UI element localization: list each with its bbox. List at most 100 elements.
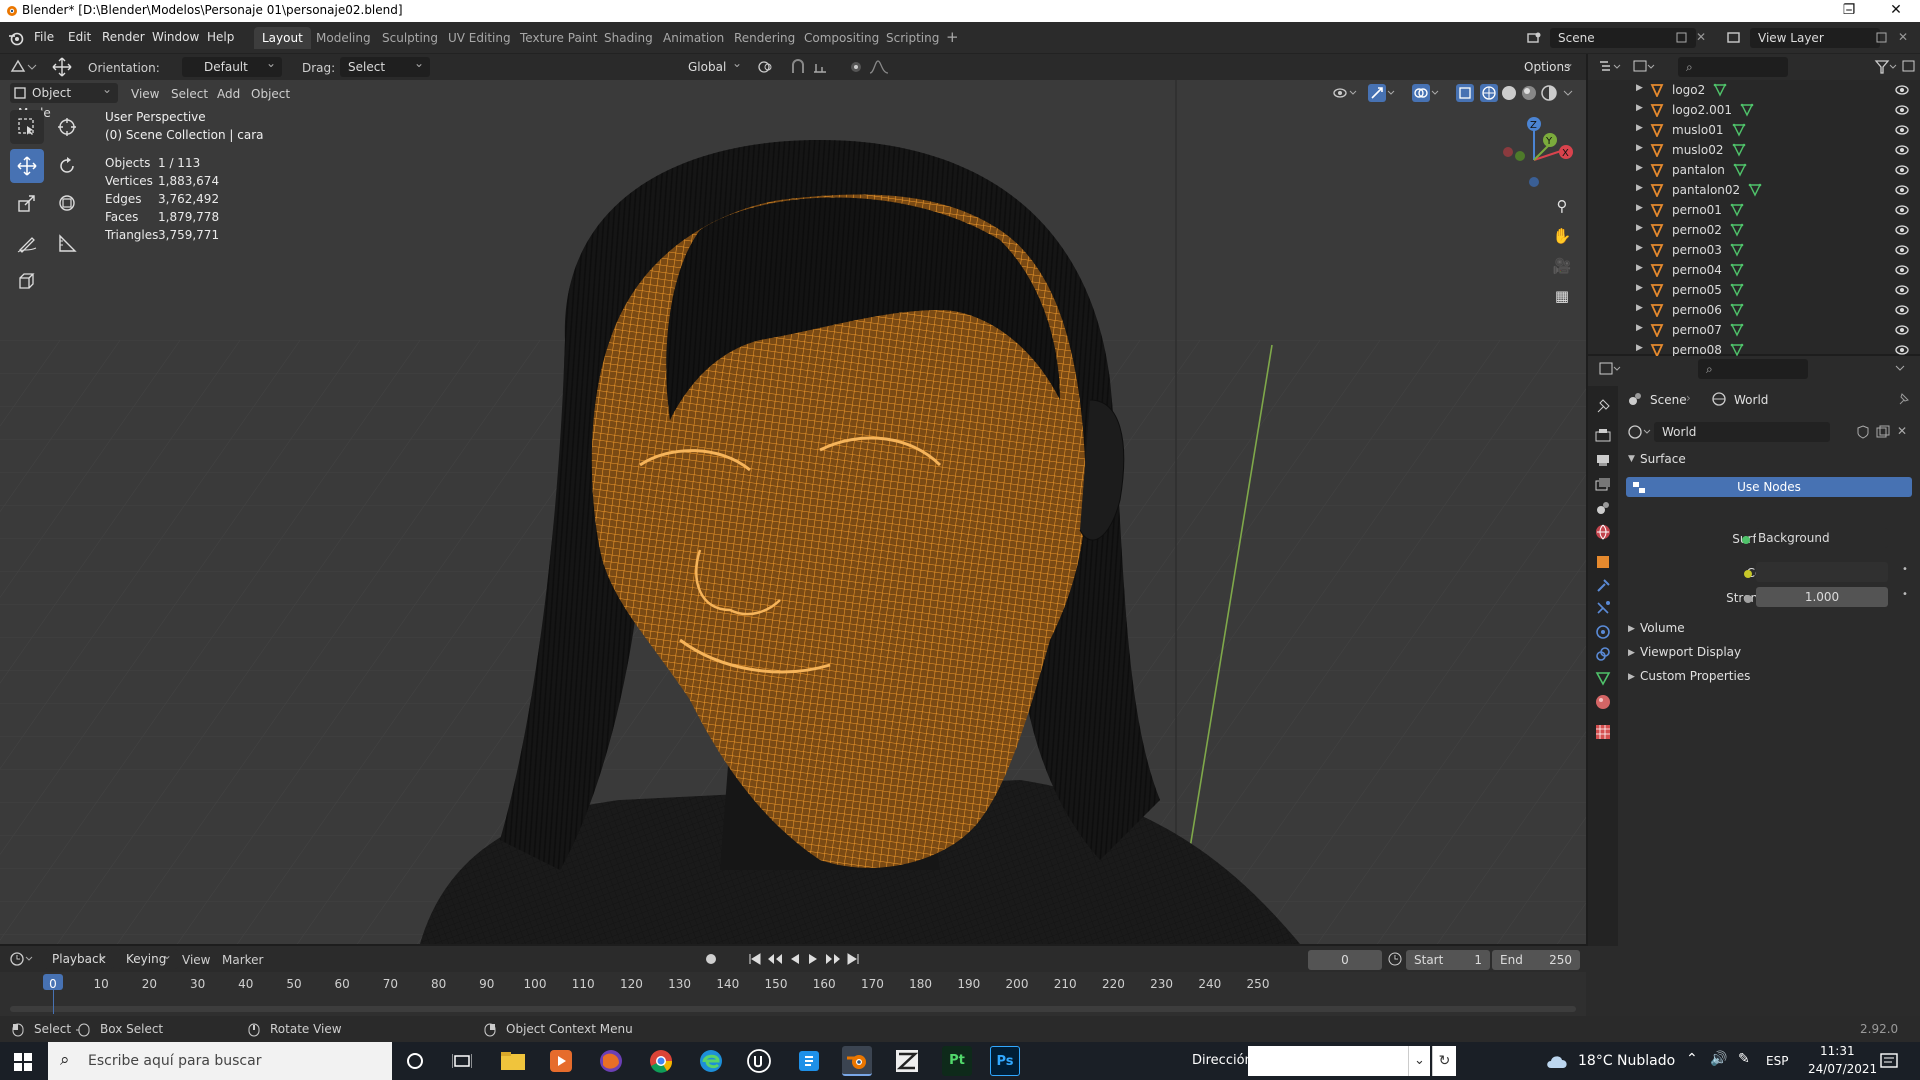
- proportional-edit-icon[interactable]: [848, 59, 864, 75]
- color-swatch[interactable]: [1756, 562, 1888, 582]
- expand-arrow-icon[interactable]: ▶: [1636, 83, 1643, 93]
- drag-dropdown[interactable]: Select Box: [340, 53, 430, 94]
- texture-tab-icon[interactable]: [1595, 724, 1611, 740]
- delete-scene-icon[interactable]: ✕: [1696, 30, 1706, 44]
- breadcrumb-world[interactable]: World: [1734, 393, 1768, 407]
- end-frame-field[interactable]: End 250: [1492, 950, 1580, 970]
- viewport-menu-view[interactable]: View: [131, 87, 159, 101]
- windows-start-icon[interactable]: [14, 1053, 32, 1071]
- expand-arrow-icon[interactable]: ▶: [1636, 343, 1643, 353]
- expand-arrow-icon[interactable]: ▶: [1636, 203, 1643, 213]
- solid-shading-icon[interactable]: [1500, 84, 1518, 102]
- custom-properties-expand-arrow[interactable]: ▶: [1628, 672, 1635, 682]
- expand-arrow-icon[interactable]: ▶: [1636, 303, 1643, 313]
- visibility-eye-icon[interactable]: [1895, 103, 1909, 117]
- tab-sculpting[interactable]: Sculpting: [374, 27, 446, 49]
- outliner-item[interactable]: ▶ perno05: [1588, 280, 1920, 300]
- outliner-item-name[interactable]: muslo01: [1672, 123, 1724, 137]
- viewport-menu-object[interactable]: Object: [251, 87, 290, 101]
- playback-menu[interactable]: Playback: [44, 945, 114, 969]
- modifier-tab-icon[interactable]: [1595, 578, 1611, 594]
- restore-button[interactable]: ❐: [1826, 0, 1872, 22]
- viewport-menu-add[interactable]: Add: [217, 87, 240, 101]
- mesh-data-icon[interactable]: [1730, 203, 1744, 217]
- visibility-eye-icon[interactable]: [1895, 203, 1909, 217]
- visibility-eye-icon[interactable]: [1895, 83, 1909, 97]
- surface-expand-arrow[interactable]: ▼: [1628, 454, 1635, 464]
- material-tab-icon[interactable]: [1595, 694, 1611, 710]
- pan-hand-icon[interactable]: ✋: [1548, 222, 1576, 250]
- tab-rendering[interactable]: Rendering: [726, 27, 803, 49]
- fake-user-shield-icon[interactable]: [1856, 425, 1870, 439]
- outliner-item[interactable]: ▶ pantalon02: [1588, 180, 1920, 200]
- clock-date[interactable]: 24/07/2021: [1808, 1062, 1877, 1076]
- world-tab-icon[interactable]: [1595, 524, 1611, 540]
- visibility-icon[interactable]: [1332, 85, 1360, 101]
- scale-tool[interactable]: [10, 186, 44, 220]
- menu-help[interactable]: Help: [207, 30, 234, 44]
- outliner-item[interactable]: ▶ perno01: [1588, 200, 1920, 220]
- outliner-item-name[interactable]: perno01: [1672, 203, 1722, 217]
- breadcrumb-scene[interactable]: Scene: [1650, 393, 1687, 407]
- color-keyframe-dot[interactable]: •: [1902, 564, 1908, 575]
- outliner-search-input[interactable]: ⌕: [1678, 57, 1788, 77]
- options-dropdown[interactable]: Options: [1516, 53, 1580, 77]
- jump-start-icon[interactable]: [748, 952, 762, 966]
- expand-arrow-icon[interactable]: ▶: [1636, 183, 1643, 193]
- volume-expand-arrow[interactable]: ▶: [1628, 624, 1635, 634]
- store-icon[interactable]: [794, 1046, 824, 1076]
- mesh-data-icon[interactable]: [1732, 143, 1746, 157]
- new-scene-icon[interactable]: [1676, 32, 1688, 44]
- outliner-item[interactable]: ▶ perno07: [1588, 320, 1920, 340]
- shading-options-icon[interactable]: [1562, 87, 1574, 99]
- output-tab-icon[interactable]: [1595, 452, 1611, 468]
- snap-icon[interactable]: [790, 59, 806, 75]
- visibility-eye-icon[interactable]: [1895, 303, 1909, 317]
- outliner-item[interactable]: ▶ logo2: [1588, 80, 1920, 100]
- file-explorer-icon[interactable]: [498, 1046, 528, 1076]
- mesh-data-icon[interactable]: [1730, 323, 1744, 337]
- expand-arrow-icon[interactable]: ▶: [1636, 243, 1643, 253]
- gizmo-toggle-icon[interactable]: [1368, 84, 1396, 102]
- cursor-tool[interactable]: [50, 110, 84, 144]
- visibility-eye-icon[interactable]: [1895, 343, 1909, 357]
- editor-type-icon[interactable]: [10, 59, 38, 75]
- play-icon[interactable]: [806, 952, 820, 966]
- pin-icon[interactable]: [1896, 392, 1910, 406]
- mesh-data-icon[interactable]: [1733, 163, 1747, 177]
- mesh-data-icon[interactable]: [1730, 343, 1744, 357]
- visibility-eye-icon[interactable]: [1895, 243, 1909, 257]
- visibility-eye-icon[interactable]: [1895, 263, 1909, 277]
- measure-tool[interactable]: [50, 226, 84, 260]
- outliner-item-name[interactable]: perno03: [1672, 243, 1722, 257]
- xray-toggle-icon[interactable]: [1456, 84, 1474, 102]
- orientation-dropdown[interactable]: Default: [182, 53, 282, 77]
- pivot-point-icon[interactable]: [756, 59, 778, 75]
- scene-tab-icon[interactable]: [1595, 500, 1611, 516]
- outliner-item-name[interactable]: perno08: [1672, 343, 1722, 357]
- data-tab-icon[interactable]: [1595, 670, 1611, 686]
- viewport-display-expand-arrow[interactable]: ▶: [1628, 648, 1635, 658]
- outliner-item-name[interactable]: perno05: [1672, 283, 1722, 297]
- unlink-icon[interactable]: ✕: [1897, 424, 1907, 438]
- show-hidden-icons-chevron[interactable]: ⌃: [1686, 1051, 1698, 1067]
- constraints-tab-icon[interactable]: [1595, 646, 1611, 662]
- menu-file[interactable]: File: [34, 30, 54, 44]
- mesh-data-icon[interactable]: [1713, 83, 1727, 97]
- timeline-scrollbar[interactable]: [10, 1006, 1576, 1012]
- outliner-item[interactable]: ▶ muslo01: [1588, 120, 1920, 140]
- snap-target-icon[interactable]: [812, 59, 832, 75]
- add-workspace-button[interactable]: +: [946, 28, 959, 46]
- zoom-icon[interactable]: ⚲: [1548, 192, 1576, 220]
- visibility-eye-icon[interactable]: [1895, 183, 1909, 197]
- transform-orientation-dropdown[interactable]: Global: [668, 53, 748, 77]
- tab-compositing[interactable]: Compositing: [796, 27, 887, 49]
- outliner-item-name[interactable]: perno02: [1672, 223, 1722, 237]
- annotate-tool[interactable]: [10, 226, 44, 260]
- address-input[interactable]: [1248, 1046, 1408, 1076]
- speaker-icon[interactable]: 🔊: [1710, 1051, 1727, 1067]
- expand-arrow-icon[interactable]: ▶: [1636, 223, 1643, 233]
- expand-arrow-icon[interactable]: ▶: [1636, 263, 1643, 273]
- display-mode-icon[interactable]: [1632, 59, 1660, 75]
- menu-window[interactable]: Window: [152, 30, 199, 44]
